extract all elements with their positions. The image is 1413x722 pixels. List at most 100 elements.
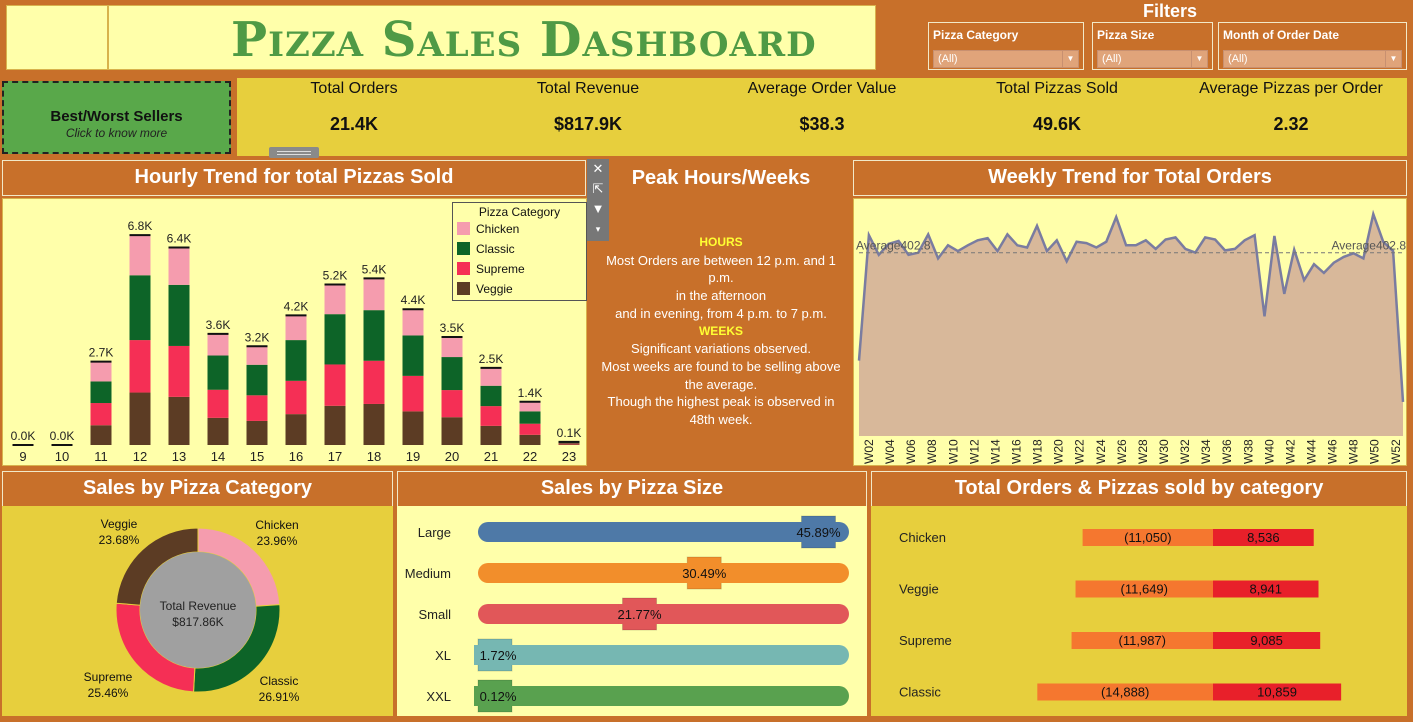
kpi-value: $38.3 bbox=[799, 114, 845, 134]
category-label: Supreme bbox=[899, 633, 952, 648]
legend-label: Supreme bbox=[476, 262, 525, 276]
category-sales-title: Sales by Pizza Category bbox=[2, 471, 393, 507]
x-tick-label: W40 bbox=[1262, 439, 1276, 464]
bar-segment-classic bbox=[285, 340, 307, 381]
hours-line: and in evening, from 4 p.m. to 7 p.m. bbox=[615, 305, 827, 321]
x-tick-label: 20 bbox=[445, 449, 459, 464]
legend-swatch bbox=[457, 222, 470, 235]
bar-segment-supreme bbox=[129, 340, 151, 393]
x-tick-label: W44 bbox=[1305, 439, 1319, 464]
x-tick-label: W10 bbox=[946, 439, 960, 464]
bar-segment-chicken bbox=[363, 278, 385, 311]
weeks-heading: WEEKS bbox=[698, 323, 743, 338]
bar-segment-veggie bbox=[90, 425, 112, 445]
bar-segment-classic bbox=[519, 411, 541, 424]
weeks-line: Though the highest peak is observed in bbox=[607, 394, 835, 410]
kpi-label: Total Revenue bbox=[536, 80, 640, 97]
weekly-trend-title: Weekly Trend for Total Orders bbox=[853, 160, 1407, 196]
category-donut-chart: Total Revenue $817.86K Chicken 23.96% Classi… bbox=[84, 517, 300, 704]
orders-category-chart: Chicken (11,050) 8,536 Veggie (11,649) 8,941 S… bbox=[899, 529, 1342, 701]
bar-segment-veggie bbox=[519, 434, 541, 445]
x-tick-label: W12 bbox=[967, 439, 981, 464]
kpi-total-pizzas-sold: Total Pizzas Sold 49.6K bbox=[947, 80, 1167, 135]
pizzas-value-label: 8,941 bbox=[1249, 582, 1282, 597]
bar-total-label: 0.1K bbox=[557, 426, 582, 440]
bar-segment-veggie bbox=[558, 444, 580, 445]
bar-segment-classic bbox=[207, 355, 229, 390]
legend-item-classic[interactable]: Classic bbox=[453, 239, 586, 259]
x-tick-label: W24 bbox=[1094, 439, 1108, 464]
legend-swatch bbox=[457, 282, 470, 295]
kpi-label: Average Order Value bbox=[747, 80, 897, 97]
bar-segment-classic bbox=[324, 314, 346, 365]
x-tick-label: W34 bbox=[1199, 439, 1213, 464]
center-label: Total Revenue bbox=[160, 599, 237, 613]
chevron-down-icon[interactable]: ▼ bbox=[1385, 51, 1401, 67]
bar-segment-veggie bbox=[363, 403, 385, 445]
bar-segment-classic bbox=[90, 381, 112, 404]
bar-segment-supreme bbox=[480, 406, 502, 426]
bar-total-label: 4.4K bbox=[401, 293, 426, 307]
size-bars-panel: Large 45.89% Medium 30.49% Small 21.77% XL 1.72… bbox=[397, 506, 867, 716]
bar-total-label: 5.2K bbox=[323, 269, 348, 283]
bar-segment-chicken bbox=[246, 346, 268, 365]
kpi-label: Total Orders bbox=[310, 80, 398, 97]
legend-item-chicken[interactable]: Chicken bbox=[453, 219, 586, 239]
legend-item-supreme[interactable]: Supreme bbox=[453, 259, 586, 279]
x-tick-label: W06 bbox=[904, 439, 918, 464]
filter-value: (All) bbox=[1228, 53, 1248, 65]
bar-segment-classic bbox=[363, 310, 385, 361]
x-tick-label: W36 bbox=[1220, 439, 1234, 464]
bar-segment-supreme bbox=[168, 345, 190, 397]
close-icon[interactable]: ✕ bbox=[587, 159, 609, 179]
dropdown-icon[interactable]: ▾ bbox=[587, 219, 609, 239]
filter-select[interactable]: (All) ▼ bbox=[1097, 50, 1208, 68]
popout-icon[interactable]: ⇱ bbox=[587, 179, 609, 199]
size-category-label: Small bbox=[418, 607, 451, 622]
filter-pizza-size[interactable]: Pizza Size (All) ▼ bbox=[1092, 22, 1213, 70]
best-worst-sellers-button[interactable]: Best/Worst Sellers Click to know more bbox=[2, 81, 231, 154]
filter-pizza-category[interactable]: Pizza Category (All) ▼ bbox=[928, 22, 1084, 70]
size-category-label: XXL bbox=[426, 689, 451, 704]
category-donut-panel: Total Revenue $817.86K Chicken 23.96% Classi… bbox=[2, 506, 393, 716]
weekly-trend-chart: Average402.8 Average402.8 W02 W04 W06 W08 W10 W… bbox=[856, 209, 1406, 464]
chevron-down-icon[interactable]: ▼ bbox=[1191, 51, 1207, 67]
bar-segment-veggie bbox=[207, 417, 229, 445]
x-tick-label: 9 bbox=[19, 449, 26, 464]
x-tick-label: W52 bbox=[1389, 439, 1403, 464]
center-value: $817.86K bbox=[172, 615, 223, 629]
filter-value: (All) bbox=[1102, 53, 1122, 65]
bar-segment-classic bbox=[480, 385, 502, 407]
bar-segment-veggie bbox=[129, 392, 151, 445]
pizzas-value-label: 8,536 bbox=[1247, 530, 1280, 545]
pizzas-value-label: 9,085 bbox=[1250, 633, 1283, 648]
size-track bbox=[478, 686, 849, 706]
x-tick-label: 12 bbox=[133, 449, 147, 464]
x-tick-label: W26 bbox=[1115, 439, 1129, 464]
filter-select[interactable]: (All) ▼ bbox=[933, 50, 1079, 68]
filter-select[interactable]: (All) ▼ bbox=[1223, 50, 1402, 68]
legend-item-veggie[interactable]: Veggie bbox=[453, 279, 586, 299]
filter-month-of-order-date[interactable]: Month of Order Date (All) ▼ bbox=[1218, 22, 1407, 70]
bar-segment-veggie bbox=[402, 411, 424, 445]
size-category-label: Medium bbox=[405, 566, 451, 581]
filter-icon[interactable]: ▼ bbox=[587, 199, 609, 219]
bar-segment-chicken bbox=[480, 367, 502, 386]
size-value-label: 21.77% bbox=[617, 607, 662, 622]
legend-swatch bbox=[457, 242, 470, 255]
drag-handle[interactable] bbox=[269, 147, 319, 158]
legend-label: Chicken bbox=[476, 222, 520, 236]
bar-segment-supreme bbox=[246, 395, 268, 421]
weeks-line: Most weeks are found to be selling above bbox=[601, 358, 841, 374]
bar-total-label: 6.4K bbox=[167, 232, 192, 246]
chevron-down-icon[interactable]: ▼ bbox=[1062, 51, 1078, 67]
bar-segment-chicken bbox=[519, 401, 541, 412]
hours-heading: HOURS bbox=[699, 235, 743, 249]
bar-total-label: 3.6K bbox=[206, 318, 231, 332]
size-track bbox=[478, 522, 849, 542]
bar-segment-supreme bbox=[558, 443, 580, 445]
bar-total-label: 2.7K bbox=[89, 346, 114, 360]
category-label: Classic bbox=[899, 685, 941, 700]
legend-label: Classic bbox=[476, 242, 515, 256]
x-tick-label: 13 bbox=[172, 449, 186, 464]
